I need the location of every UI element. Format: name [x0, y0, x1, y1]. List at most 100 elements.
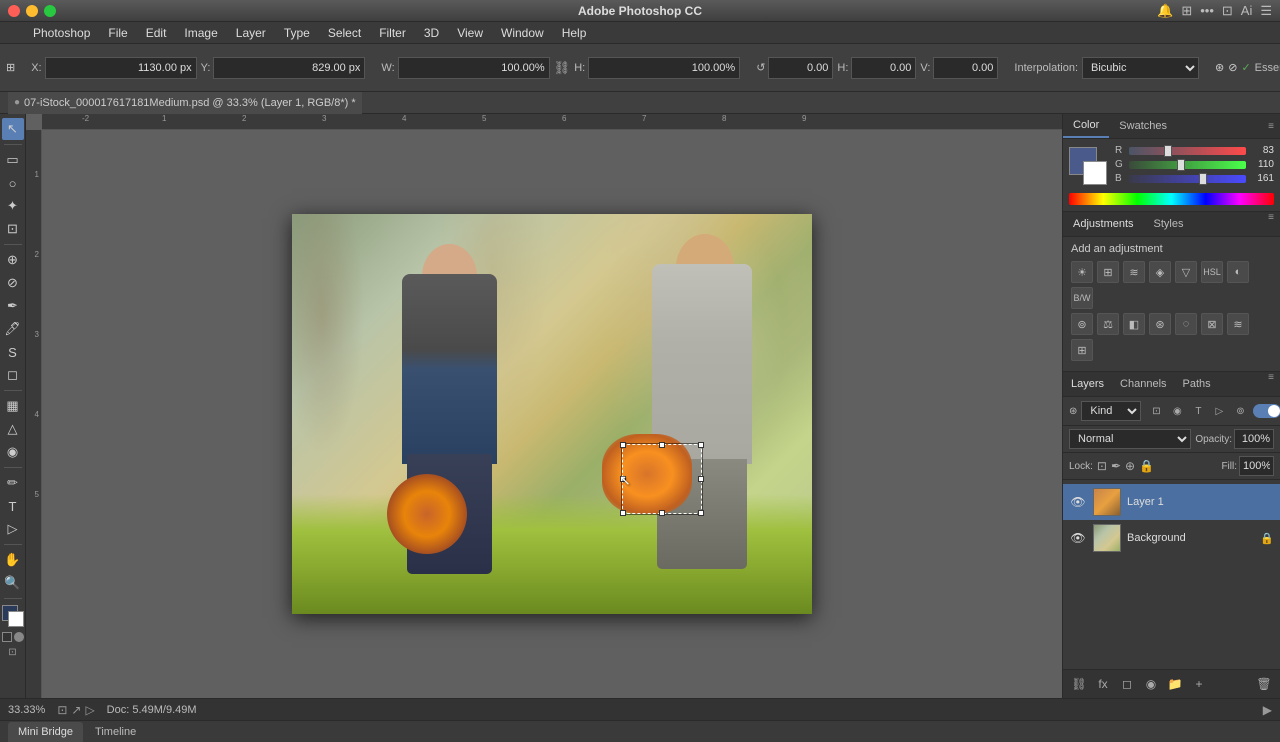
close-button[interactable]	[8, 5, 20, 17]
curves-icon[interactable]: ≋	[1123, 261, 1145, 283]
menu-layer[interactable]: Layer	[227, 22, 275, 44]
color-lookup-icon[interactable]: ◧	[1123, 313, 1145, 335]
filter-toggle-switch[interactable]	[1253, 404, 1280, 418]
layers-panel-collapse[interactable]: ≡	[1262, 372, 1280, 396]
exposure-icon[interactable]: ◈	[1149, 261, 1171, 283]
menu-file[interactable]: File	[99, 22, 136, 44]
delete-layer-button[interactable]: 🗑	[1254, 674, 1274, 694]
menu-3d[interactable]: 3D	[415, 22, 448, 44]
transform-tool-icon[interactable]: ⊞	[6, 54, 15, 82]
threshold-icon[interactable]: ⊠	[1201, 313, 1223, 335]
menu-help[interactable]: Help	[553, 22, 596, 44]
maximize-button[interactable]	[44, 5, 56, 17]
traffic-lights[interactable]	[8, 5, 56, 17]
marquee-tool[interactable]: ▭	[2, 149, 24, 171]
clone-tool[interactable]: 🖊	[2, 318, 24, 340]
ruler-heal-tool[interactable]: ⊘	[2, 272, 24, 294]
tab-color[interactable]: Color	[1063, 114, 1109, 138]
color-spectrum[interactable]	[1069, 193, 1274, 205]
opacity-input[interactable]	[1234, 429, 1274, 449]
gradient-tool[interactable]: ▦	[2, 395, 24, 417]
link-layers-button[interactable]: ⛓	[1069, 674, 1089, 694]
layer-row-background[interactable]: 👁 Background 🔒	[1063, 520, 1280, 556]
h-input[interactable]	[588, 57, 740, 79]
apple-menu[interactable]	[4, 22, 24, 44]
invert-icon[interactable]: ⊛	[1149, 313, 1171, 335]
tab-paths[interactable]: Paths	[1175, 372, 1219, 396]
filter-smart-icon[interactable]: ⊚	[1231, 402, 1249, 420]
g-slider[interactable]	[1129, 161, 1246, 169]
layer-visibility-layer1[interactable]: 👁	[1069, 493, 1087, 511]
levels-icon[interactable]: ⊞	[1097, 261, 1119, 283]
history-brush-tool[interactable]: S	[2, 341, 24, 363]
eraser-tool[interactable]: ◻	[2, 364, 24, 386]
play-button[interactable]: ▶	[1263, 703, 1272, 717]
gradient-map-icon[interactable]: ≋	[1227, 313, 1249, 335]
selective-color-icon[interactable]: ⊞	[1071, 339, 1093, 361]
x-input[interactable]	[45, 57, 197, 79]
status-icon-1[interactable]: ⊡	[57, 703, 67, 717]
filter-type-icon[interactable]: T	[1189, 402, 1207, 420]
layer-visibility-background[interactable]: 👁	[1069, 529, 1087, 547]
bw-icon[interactable]: B/W	[1071, 287, 1093, 309]
channel-mixer-icon[interactable]: ⚖	[1097, 313, 1119, 335]
menu-filter[interactable]: Filter	[370, 22, 415, 44]
lock-all-icon[interactable]: 🔒	[1139, 459, 1154, 473]
filter-pixel-icon[interactable]: ⊡	[1147, 402, 1165, 420]
hand-tool[interactable]: ✋	[2, 549, 24, 571]
color-boxes[interactable]	[1069, 147, 1107, 185]
warp-icon[interactable]: ⊛	[1215, 54, 1224, 82]
minimize-button[interactable]	[26, 5, 38, 17]
tab-mini-bridge[interactable]: Mini Bridge	[8, 722, 83, 742]
tab-channels[interactable]: Channels	[1112, 372, 1174, 396]
fill-input[interactable]	[1239, 456, 1274, 476]
menu-edit[interactable]: Edit	[137, 22, 176, 44]
quick-select-tool[interactable]: ✦	[2, 195, 24, 217]
filter-shape-icon[interactable]: ▷	[1210, 402, 1228, 420]
tab-layers[interactable]: Layers	[1063, 372, 1112, 396]
shape-tool[interactable]: ▷	[2, 518, 24, 540]
blend-mode-select[interactable]: Normal Dissolve Multiply Screen Overlay	[1069, 429, 1191, 449]
lock-transparent-icon[interactable]: ⊡	[1097, 459, 1107, 473]
quick-mask-mode[interactable]	[2, 632, 24, 642]
vibrance-icon[interactable]: ▽	[1175, 261, 1197, 283]
tab-swatches[interactable]: Swatches	[1109, 114, 1177, 138]
menu-view[interactable]: View	[448, 22, 492, 44]
new-adjustment-button[interactable]: ◉	[1141, 674, 1161, 694]
dodge-tool[interactable]: ◉	[2, 441, 24, 463]
lock-image-icon[interactable]: ✒	[1111, 459, 1121, 473]
y-input[interactable]	[213, 57, 365, 79]
color-balance-icon[interactable]: ◐	[1227, 261, 1249, 283]
r-slider[interactable]	[1129, 147, 1246, 155]
adj-panel-collapse[interactable]: ≡	[1262, 212, 1280, 236]
interpolation-select[interactable]: Bicubic Bilinear Nearest Neighbor	[1082, 57, 1199, 79]
background-color-swatch[interactable]	[1083, 161, 1107, 185]
posterize-icon[interactable]: ◌	[1175, 313, 1197, 335]
foreground-color[interactable]	[2, 605, 24, 627]
b-slider[interactable]	[1129, 175, 1246, 183]
layer-row-layer1[interactable]: 👁 Layer 1	[1063, 484, 1280, 520]
menu-select[interactable]: Select	[319, 22, 370, 44]
brightness-contrast-icon[interactable]: ☀	[1071, 261, 1093, 283]
g-thumb[interactable]	[1177, 159, 1185, 171]
confirm-transform-icon[interactable]: ✓	[1241, 54, 1250, 82]
eyedropper-tool[interactable]: ⊕	[2, 249, 24, 271]
layer-filter-select[interactable]: Kind Name Effect Mode Attribute Color	[1081, 401, 1141, 421]
tab-styles[interactable]: Styles	[1144, 212, 1194, 236]
tab-timeline[interactable]: Timeline	[85, 722, 146, 742]
add-layer-style-button[interactable]: fx	[1093, 674, 1113, 694]
skew-h-input[interactable]	[851, 57, 916, 79]
tab-adjustments[interactable]: Adjustments	[1063, 212, 1144, 236]
photo-filter-icon[interactable]: ⊚	[1071, 313, 1093, 335]
document-tab[interactable]: ● 07-iStock_000017617181Medium.psd @ 33.…	[8, 92, 362, 114]
type-tool[interactable]: T	[2, 495, 24, 517]
brush-tool[interactable]: ✒	[2, 295, 24, 317]
menu-type[interactable]: Type	[275, 22, 319, 44]
pen-tool[interactable]: ✏	[2, 472, 24, 494]
status-icon-2[interactable]: ↗	[71, 703, 81, 717]
new-layer-button[interactable]: +	[1189, 674, 1209, 694]
r-thumb[interactable]	[1164, 145, 1172, 157]
lasso-tool[interactable]: ○	[2, 172, 24, 194]
cancel-transform-icon[interactable]: ⊘	[1228, 54, 1237, 82]
filter-adj-icon[interactable]: ◉	[1168, 402, 1186, 420]
